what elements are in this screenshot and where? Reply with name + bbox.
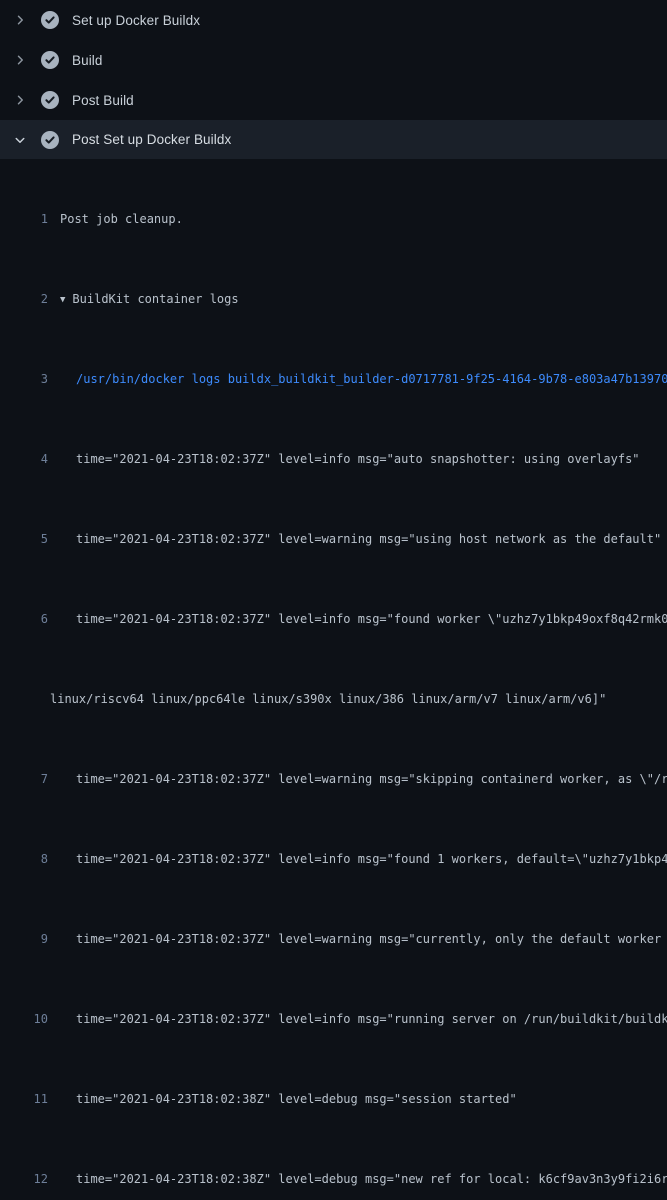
log-line: 9 time="2021-04-23T18:02:37Z" level=warn…: [0, 929, 667, 949]
log-text: time="2021-04-23T18:02:37Z" level=info m…: [48, 449, 640, 469]
line-number[interactable]: 6: [0, 609, 48, 629]
log-text: time="2021-04-23T18:02:37Z" level=info m…: [48, 1009, 667, 1029]
log-text: time="2021-04-23T18:02:38Z" level=debug …: [48, 1089, 517, 1109]
log-command-text: /usr/bin/docker logs buildx_buildkit_bui…: [48, 369, 667, 389]
log-viewer: 1 Post job cleanup. 2 ▼BuildKit containe…: [0, 159, 667, 1200]
log-line: 7 time="2021-04-23T18:02:37Z" level=warn…: [0, 769, 667, 789]
log-line: 4 time="2021-04-23T18:02:37Z" level=info…: [0, 449, 667, 469]
line-number[interactable]: 9: [0, 929, 48, 949]
log-text: time="2021-04-23T18:02:37Z" level=info m…: [48, 849, 667, 869]
log-line: 11 time="2021-04-23T18:02:38Z" level=deb…: [0, 1089, 667, 1109]
log-line: 1 Post job cleanup.: [0, 209, 667, 229]
step-list: Set up Docker Buildx Build Post Build: [0, 0, 667, 159]
log-text: time="2021-04-23T18:02:37Z" level=warnin…: [48, 529, 661, 549]
check-circle-icon: [40, 10, 60, 30]
log-line: 5 time="2021-04-23T18:02:37Z" level=warn…: [0, 529, 667, 549]
log-line: 3 /usr/bin/docker logs buildx_buildkit_b…: [0, 369, 667, 389]
log-text: ▼BuildKit container logs: [48, 289, 239, 309]
log-text: linux/riscv64 linux/ppc64le linux/s390x …: [48, 689, 606, 709]
log-line: 12 time="2021-04-23T18:02:38Z" level=deb…: [0, 1169, 667, 1189]
log-text: time="2021-04-23T18:02:37Z" level=warnin…: [48, 929, 667, 949]
log-text: Post job cleanup.: [48, 209, 183, 229]
chevron-right-icon[interactable]: [12, 92, 28, 108]
line-number[interactable]: 12: [0, 1169, 48, 1189]
step-row-build[interactable]: Build: [0, 40, 667, 80]
log-line: 8 time="2021-04-23T18:02:37Z" level=info…: [0, 849, 667, 869]
log-text: time="2021-04-23T18:02:37Z" level=info m…: [48, 609, 667, 629]
step-label: Set up Docker Buildx: [72, 13, 200, 28]
step-label: Build: [72, 53, 103, 68]
log-line: 10 time="2021-04-23T18:02:37Z" level=inf…: [0, 1009, 667, 1029]
line-number[interactable]: 4: [0, 449, 48, 469]
line-number[interactable]: 11: [0, 1089, 48, 1109]
step-row-post-set-up-docker-buildx[interactable]: Post Set up Docker Buildx: [0, 120, 667, 159]
check-circle-icon: [40, 90, 60, 110]
line-number[interactable]: 8: [0, 849, 48, 869]
step-row-set-up-docker-buildx[interactable]: Set up Docker Buildx: [0, 0, 667, 40]
step-label: Post Build: [72, 93, 134, 108]
chevron-right-icon[interactable]: [12, 52, 28, 68]
step-label: Post Set up Docker Buildx: [72, 132, 231, 147]
line-number[interactable]: 10: [0, 1009, 48, 1029]
line-number[interactable]: 3: [0, 369, 48, 389]
line-number[interactable]: [0, 689, 48, 709]
line-number[interactable]: 1: [0, 209, 48, 229]
log-text: time="2021-04-23T18:02:38Z" level=debug …: [48, 1169, 667, 1189]
check-circle-icon: [40, 50, 60, 70]
group-expanded-triangle-icon[interactable]: ▼: [60, 290, 65, 310]
check-circle-icon: [40, 130, 60, 150]
line-number[interactable]: 5: [0, 529, 48, 549]
log-line: 6 time="2021-04-23T18:02:37Z" level=info…: [0, 609, 667, 629]
log-text: time="2021-04-23T18:02:37Z" level=warnin…: [48, 769, 667, 789]
chevron-down-icon[interactable]: [12, 132, 28, 148]
line-number[interactable]: 7: [0, 769, 48, 789]
chevron-right-icon[interactable]: [12, 12, 28, 28]
line-number[interactable]: 2: [0, 289, 48, 309]
step-row-post-build[interactable]: Post Build: [0, 80, 667, 120]
log-group-header[interactable]: 2 ▼BuildKit container logs: [0, 289, 667, 309]
log-line: linux/riscv64 linux/ppc64le linux/s390x …: [0, 689, 667, 709]
